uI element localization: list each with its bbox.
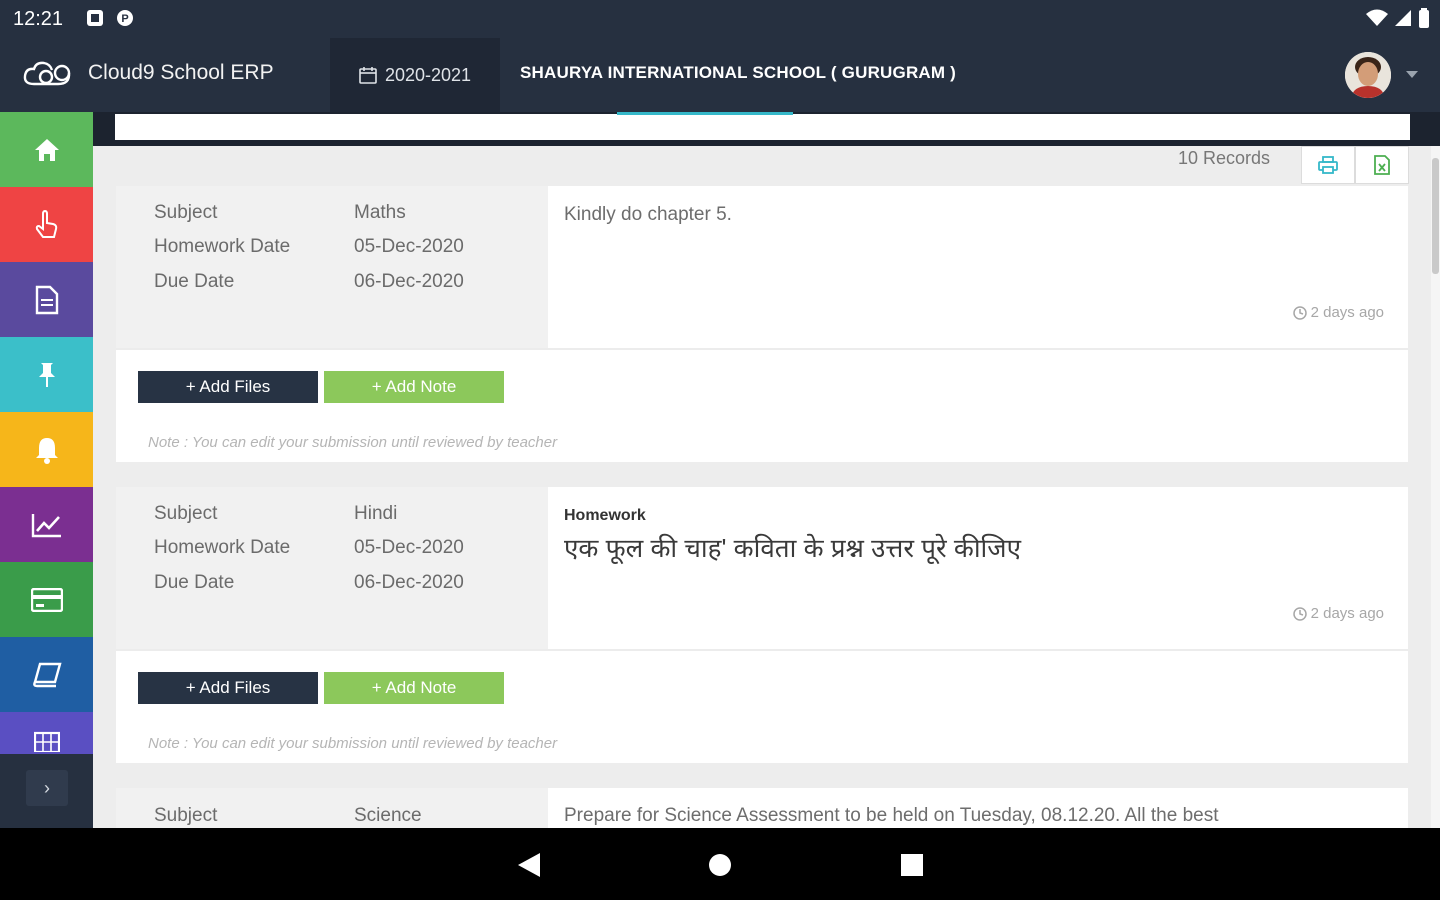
posted-time: 2 days ago xyxy=(1292,304,1384,321)
subject-value: Hindi xyxy=(354,503,398,524)
recents-icon[interactable] xyxy=(899,852,925,878)
sidebar-item-pinned[interactable] xyxy=(0,337,93,412)
book-icon xyxy=(32,662,62,687)
print-icon xyxy=(1318,156,1338,174)
status-time: 12:21 xyxy=(13,8,64,30)
clock-icon xyxy=(1292,606,1307,621)
back-icon[interactable] xyxy=(516,852,542,878)
bell-icon xyxy=(35,437,58,464)
wifi-icon xyxy=(1366,9,1388,26)
homework-list: 10 Records Subject Maths Homework Date 0… xyxy=(93,146,1431,828)
subject-value: Science xyxy=(354,805,422,826)
avatar-photo-icon xyxy=(1345,52,1391,98)
tab-strip xyxy=(93,112,1440,146)
cloud9-logo-icon xyxy=(23,61,71,86)
sidebar-item-documents[interactable] xyxy=(0,262,93,337)
due-date-value: 06-Dec-2020 xyxy=(354,572,464,593)
card-divider xyxy=(116,649,1408,651)
card-divider xyxy=(116,348,1408,350)
sidebar: › xyxy=(0,112,93,828)
tab-strip-bar xyxy=(115,114,1410,140)
notification-icon xyxy=(87,10,103,26)
sidebar-item-attendance[interactable] xyxy=(0,187,93,262)
document-icon xyxy=(35,285,58,314)
records-count: 10 Records xyxy=(1178,148,1271,168)
add-files-button[interactable]: + Add Files xyxy=(138,672,318,704)
app-badge-icon: P xyxy=(117,10,133,26)
export-excel-button[interactable] xyxy=(1355,146,1409,184)
due-date-value: 06-Dec-2020 xyxy=(354,271,464,292)
sidebar-item-notifications[interactable] xyxy=(0,412,93,487)
scrollbar-thumb[interactable] xyxy=(1432,158,1439,274)
print-button[interactable] xyxy=(1301,146,1355,184)
homework-meta: Subject Hindi Homework Date 05-Dec-2020 … xyxy=(116,487,548,649)
battery-icon xyxy=(1419,8,1429,28)
homework-description: Prepare for Science Assessment to be hel… xyxy=(564,805,1219,826)
homework-card: Subject Hindi Homework Date 05-Dec-2020 … xyxy=(116,487,1408,763)
posted-time-text: 2 days ago xyxy=(1310,605,1384,622)
homework-meta: Subject Maths Homework Date 05-Dec-2020 … xyxy=(116,186,548,348)
signal-icon xyxy=(1395,10,1411,26)
homework-date-value: 05-Dec-2020 xyxy=(354,236,464,257)
pin-icon xyxy=(38,362,55,387)
sidebar-item-reports[interactable] xyxy=(0,487,93,562)
home-circle-icon[interactable] xyxy=(707,852,733,878)
sidebar-item-library[interactable] xyxy=(0,637,93,712)
account-dropdown-caret-icon[interactable] xyxy=(1406,71,1418,78)
svg-text:P: P xyxy=(121,13,128,25)
homework-meta: Subject Science xyxy=(116,788,548,828)
homework-date-label: Homework Date xyxy=(154,236,291,257)
posted-time-text: 2 days ago xyxy=(1310,304,1384,321)
homework-card: Subject Maths Homework Date 05-Dec-2020 … xyxy=(116,186,1408,462)
posted-time: 2 days ago xyxy=(1292,605,1384,622)
subject-label: Subject xyxy=(154,503,218,524)
sidebar-item-timetable[interactable] xyxy=(0,712,93,754)
submission-note: Note : You can edit your submission unti… xyxy=(148,434,558,451)
homework-card: Subject Science Prepare for Science Asse… xyxy=(116,788,1408,828)
subject-label: Subject xyxy=(154,202,218,223)
homework-date-label: Homework Date xyxy=(154,537,291,558)
sidebar-item-home[interactable] xyxy=(0,112,93,187)
subject-value: Maths xyxy=(354,202,406,223)
calendar-icon xyxy=(359,67,377,84)
home-icon xyxy=(34,138,59,161)
hand-pointer-icon xyxy=(35,209,57,238)
credit-card-icon xyxy=(30,587,63,612)
homework-date-value: 05-Dec-2020 xyxy=(354,537,464,558)
add-note-button[interactable]: + Add Note xyxy=(324,371,504,403)
due-date-label: Due Date xyxy=(154,271,235,292)
sidebar-expand-button[interactable]: › xyxy=(26,770,68,806)
clock-icon xyxy=(1292,305,1307,320)
school-name: SHAURYA INTERNATIONAL SCHOOL ( GURUGRAM … xyxy=(520,63,957,82)
add-note-button[interactable]: + Add Note xyxy=(324,672,504,704)
add-files-button[interactable]: + Add Files xyxy=(138,371,318,403)
due-date-label: Due Date xyxy=(154,572,235,593)
homework-heading: Homework xyxy=(564,507,646,524)
app-header: Cloud9 School ERP 2020-2021 SHAURYA INTE… xyxy=(0,38,1440,112)
calendar-grid-icon xyxy=(33,731,60,752)
status-bar: 12:21 P xyxy=(0,0,1440,38)
app-name: Cloud9 School ERP xyxy=(88,61,274,84)
sidebar-item-fees[interactable] xyxy=(0,562,93,637)
scrollbar[interactable] xyxy=(1431,146,1440,828)
homework-description: Kindly do chapter 5. xyxy=(564,204,732,225)
active-tab-indicator xyxy=(617,112,793,115)
academic-year: 2020-2021 xyxy=(384,64,472,85)
subject-label: Subject xyxy=(154,805,218,826)
academic-year-selector[interactable]: 2020-2021 xyxy=(330,38,500,112)
chart-line-icon xyxy=(31,513,61,537)
submission-note: Note : You can edit your submission unti… xyxy=(148,735,558,752)
homework-description: एक फूल की चाह' कविता के प्रश्न उत्तर पूर… xyxy=(564,533,1021,563)
excel-file-icon xyxy=(1374,155,1390,175)
user-avatar[interactable] xyxy=(1345,52,1391,98)
system-nav-bar xyxy=(0,828,1440,900)
